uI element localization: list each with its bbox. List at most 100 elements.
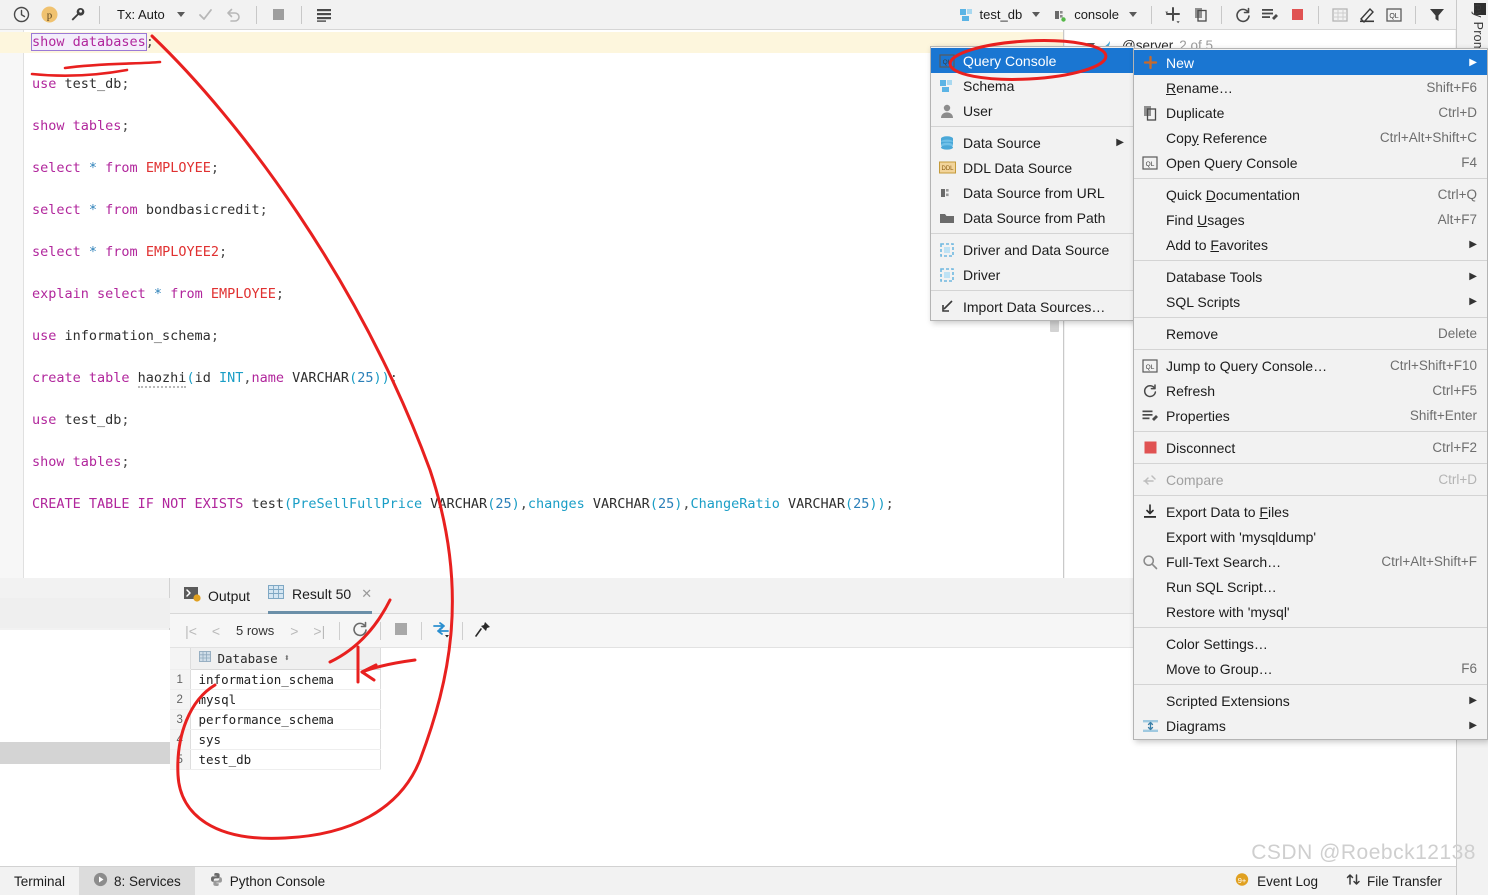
statusbar-item-label: Terminal xyxy=(14,873,66,889)
rollback-icon[interactable] xyxy=(221,3,247,27)
sort-icon[interactable]: ⬍ xyxy=(284,652,290,666)
properties-icon xyxy=(1138,408,1162,424)
filter-icon[interactable] xyxy=(1424,3,1450,27)
statusbar-item-python-console[interactable]: Python Console xyxy=(195,867,339,895)
context-menu-item-run-sql-script[interactable]: Run SQL Script… xyxy=(1134,574,1487,599)
new-menu-item-driver[interactable]: Driver xyxy=(931,262,1134,287)
context-menu-item-rename[interactable]: Rename… Shift+F6 xyxy=(1134,75,1487,100)
menu-item-label: Import Data Sources… xyxy=(963,298,1106,315)
transpose-icon[interactable] xyxy=(431,620,453,641)
sql-editor[interactable]: ▶ show databases; use test_db; show tabl… xyxy=(0,30,1064,578)
new-menu-item-ddl-data-source[interactable]: DDL DDL Data Source xyxy=(931,155,1134,180)
results-tab-output[interactable]: Output xyxy=(184,578,250,614)
submenu-arrow-icon: ▶ xyxy=(1469,296,1477,307)
new-submenu[interactable]: QL Query Console Schema User Data Source ▶ DDL… xyxy=(930,46,1135,321)
new-menu-item-import-data-sources[interactable]: Import Data Sources… xyxy=(931,294,1134,319)
context-menu-item-move-to-group[interactable]: Move to Group… F6 xyxy=(1134,656,1487,681)
code-token: haozhi xyxy=(137,370,187,388)
menu-item-label: Duplicate xyxy=(1166,104,1225,121)
new-menu-item-data-source-from-path[interactable]: Data Source from Path xyxy=(931,205,1134,230)
grid-cell[interactable]: test_db xyxy=(190,749,381,770)
edit-icon[interactable] xyxy=(1354,3,1380,27)
context-menu-item-color-settings[interactable]: Color Settings… xyxy=(1134,631,1487,656)
context-menu-item-copy-reference[interactable]: Copy Reference Ctrl+Alt+Shift+C xyxy=(1134,125,1487,150)
context-menu-item-add-to-favorites[interactable]: Add to Favorites ▶ xyxy=(1134,232,1487,257)
services-tree-body[interactable] xyxy=(0,630,170,866)
services-tree-panel[interactable] xyxy=(0,578,170,866)
refresh-icon[interactable] xyxy=(1230,3,1256,27)
context-menu-item-new[interactable]: New ▶ xyxy=(1134,50,1487,75)
stop-icon[interactable] xyxy=(266,3,292,27)
stop-icon[interactable] xyxy=(390,622,412,639)
table-row[interactable]: 1 information_schema xyxy=(170,669,381,690)
statusbar-item-terminal[interactable]: Terminal xyxy=(0,867,79,895)
event-log-icon: 9+ xyxy=(1234,872,1251,890)
grid-cell[interactable]: information_schema xyxy=(190,669,381,690)
context-menu-item-export-data-to-files[interactable]: Export Data to Files xyxy=(1134,499,1487,524)
table-icon[interactable] xyxy=(1327,3,1353,27)
properties-icon[interactable] xyxy=(1257,3,1283,27)
reload-icon[interactable] xyxy=(349,620,371,641)
grid-cell[interactable]: mysql xyxy=(190,689,381,710)
context-menu-item-properties[interactable]: Properties Shift+Enter xyxy=(1134,403,1487,428)
grid-column-header[interactable]: Database ⬍ xyxy=(190,648,381,670)
duplicate-icon[interactable] xyxy=(1187,3,1213,27)
statusbar-item-event-log[interactable]: 9+ Event Log xyxy=(1220,867,1332,895)
new-menu-item-user[interactable]: User xyxy=(931,98,1134,123)
first-page-icon[interactable]: |< xyxy=(180,623,202,639)
statusbar-item-8-services[interactable]: 8: Services xyxy=(79,866,195,895)
close-icon[interactable]: ✕ xyxy=(361,586,372,602)
datasource-context-menu[interactable]: New ▶ Rename… Shift+F6 Duplicate Ctrl+D Copy R… xyxy=(1133,48,1488,740)
next-page-icon[interactable]: > xyxy=(283,623,305,639)
prev-page-icon[interactable]: < xyxy=(205,623,227,639)
context-menu-item-find-usages[interactable]: Find Usages Alt+F7 xyxy=(1134,207,1487,232)
context-menu-item-sql-scripts[interactable]: SQL Scripts ▶ xyxy=(1134,289,1487,314)
context-menu-item-refresh[interactable]: Refresh Ctrl+F5 xyxy=(1134,378,1487,403)
table-row[interactable]: 2 mysql xyxy=(170,689,381,710)
context-menu-item-duplicate[interactable]: Duplicate Ctrl+D xyxy=(1134,100,1487,125)
table-row[interactable]: 4 sys xyxy=(170,729,381,750)
table-row[interactable]: 5 test_db xyxy=(170,749,381,770)
context-menu-item-export-with-mysqldump[interactable]: Export with 'mysqldump' xyxy=(1134,524,1487,549)
menu-separator xyxy=(931,233,1134,234)
context-menu-item-remove[interactable]: Remove Delete xyxy=(1134,321,1487,346)
wrench-icon[interactable] xyxy=(64,3,90,27)
new-menu-item-driver-and-data-source[interactable]: Driver and Data Source xyxy=(931,237,1134,262)
query-console-icon[interactable]: QL xyxy=(1381,3,1407,27)
new-menu-item-data-source[interactable]: Data Source ▶ xyxy=(931,130,1134,155)
console-selector[interactable]: console xyxy=(1047,3,1143,27)
code-token: EMPLOYEE2 xyxy=(145,244,219,260)
tx-mode-dropdown[interactable]: Tx: Auto xyxy=(109,3,191,27)
data-grid-icon[interactable] xyxy=(311,3,337,27)
profile-avatar-icon[interactable]: p xyxy=(36,3,62,27)
new-menu-item-query-console[interactable]: QL Query Console xyxy=(931,48,1134,73)
grid-cell[interactable]: performance_schema xyxy=(190,709,381,730)
context-menu-item-open-query-console[interactable]: QL Open Query Console F4 xyxy=(1134,150,1487,175)
menu-item-label: Add to Favorites xyxy=(1166,236,1268,253)
grid-cell[interactable]: sys xyxy=(190,729,381,750)
datasource-selector[interactable]: test_db xyxy=(953,3,1047,27)
context-menu-item-full-text-search[interactable]: Full-Text Search… Ctrl+Alt+Shift+F xyxy=(1134,549,1487,574)
check-icon[interactable] xyxy=(193,3,219,27)
plus-icon[interactable] xyxy=(1160,3,1186,27)
history-icon[interactable] xyxy=(8,3,34,27)
context-menu-item-quick-documentation[interactable]: Quick Documentation Ctrl+Q xyxy=(1134,182,1487,207)
results-tab-label: Output xyxy=(208,587,251,604)
statusbar-item-file-transfer[interactable]: File Transfer xyxy=(1332,867,1456,895)
context-menu-item-database-tools[interactable]: Database Tools ▶ xyxy=(1134,264,1487,289)
code-token: ; xyxy=(218,244,228,260)
services-selected-row[interactable] xyxy=(0,742,170,764)
new-menu-item-data-source-from-url[interactable]: Data Source from URL xyxy=(931,180,1134,205)
editor-code[interactable]: show databases; use test_db; show tables… xyxy=(26,30,1063,578)
context-menu-item-scripted-extensions[interactable]: Scripted Extensions ▶ xyxy=(1134,688,1487,713)
context-menu-item-disconnect[interactable]: Disconnect Ctrl+F2 xyxy=(1134,435,1487,460)
context-menu-item-jump-to-query-console[interactable]: QL Jump to Query Console… Ctrl+Shift+F10 xyxy=(1134,353,1487,378)
context-menu-item-diagrams[interactable]: Diagrams ▶ xyxy=(1134,713,1487,738)
last-page-icon[interactable]: >| xyxy=(308,623,330,639)
new-menu-item-schema[interactable]: Schema xyxy=(931,73,1134,98)
results-tab-result-50[interactable]: Result 50 ✕ xyxy=(268,578,373,614)
table-row[interactable]: 3 performance_schema xyxy=(170,709,381,730)
disconnect-icon[interactable] xyxy=(1284,3,1310,27)
pin-icon[interactable] xyxy=(472,620,494,641)
context-menu-item-restore-with-mysql[interactable]: Restore with 'mysql' xyxy=(1134,599,1487,624)
